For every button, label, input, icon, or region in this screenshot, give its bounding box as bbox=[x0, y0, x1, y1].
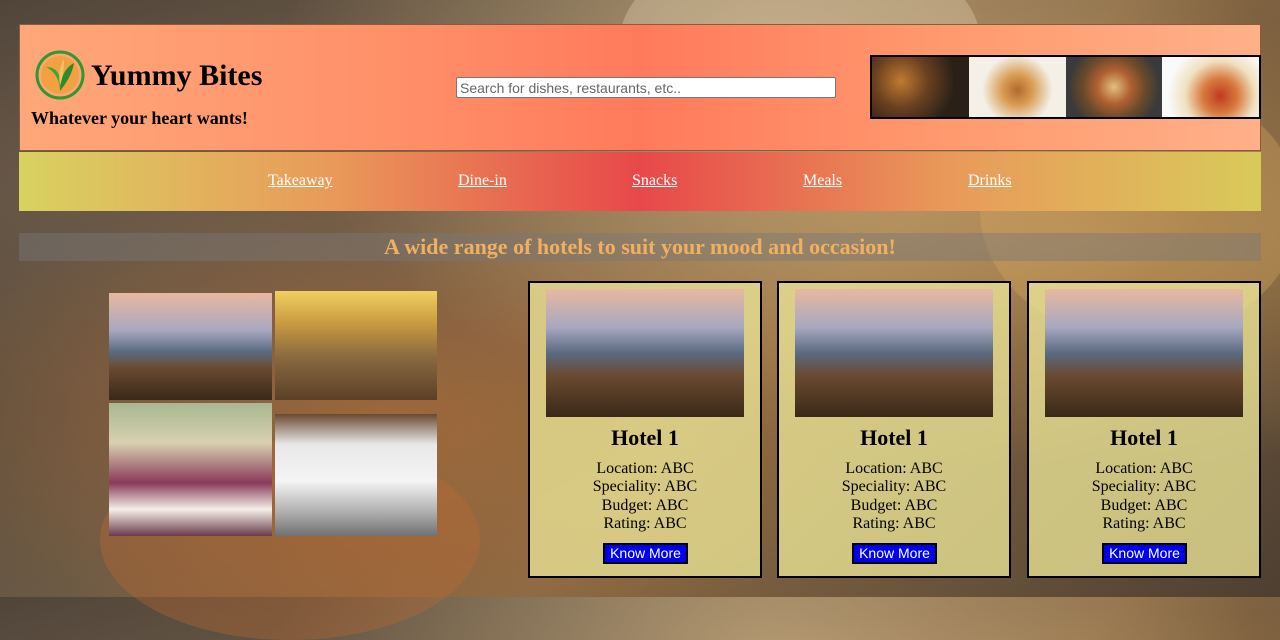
nav-item-meals[interactable]: Meals bbox=[803, 172, 842, 190]
nav-item-drinks[interactable]: Drinks bbox=[968, 172, 1012, 190]
hotel-card: Hotel 1 Location: ABC Speciality: ABC Bu… bbox=[528, 281, 762, 578]
hotel-photo-buffet bbox=[275, 414, 437, 536]
know-more-button[interactable]: Know More bbox=[1102, 543, 1187, 564]
hotel-card-title: Hotel 1 bbox=[860, 425, 928, 450]
hotel-card-image bbox=[546, 289, 744, 417]
hotel-photo-lakeview bbox=[109, 293, 272, 400]
food-banner-images bbox=[870, 55, 1261, 119]
site-header: Yummy Bites Whatever your heart wants! bbox=[19, 24, 1261, 151]
hero-heading: A wide range of hotels to suit your mood… bbox=[19, 233, 1261, 261]
nav-item-dine-in[interactable]: Dine-in bbox=[458, 172, 507, 190]
hotel-card: Hotel 1 Location: ABC Speciality: ABC Bu… bbox=[1027, 281, 1261, 578]
hotel-photo-dining-hall bbox=[275, 291, 437, 400]
nav-item-takeaway[interactable]: Takeaway bbox=[268, 172, 333, 190]
tagline: Whatever your heart wants! bbox=[31, 108, 248, 128]
banner-image-burgers bbox=[968, 57, 1066, 117]
hotel-rating: Rating: ABC bbox=[603, 514, 687, 532]
hotel-card-image bbox=[1045, 289, 1243, 417]
know-more-button[interactable]: Know More bbox=[603, 543, 688, 564]
know-more-button[interactable]: Know More bbox=[852, 543, 937, 564]
hotel-card-details: Location: ABC Speciality: ABC Budget: AB… bbox=[779, 460, 1009, 533]
nav-bar: Takeaway Dine-in Snacks Meals Drinks bbox=[19, 152, 1261, 211]
hotel-card-details: Location: ABC Speciality: ABC Budget: AB… bbox=[1029, 460, 1259, 533]
hotel-budget: Budget: ABC bbox=[850, 496, 938, 514]
hotel-budget: Budget: ABC bbox=[1100, 496, 1188, 514]
hotel-card-title: Hotel 1 bbox=[1110, 425, 1178, 450]
leaf-logo-icon bbox=[35, 50, 85, 100]
hotel-rating: Rating: ABC bbox=[1102, 514, 1186, 532]
hotel-budget: Budget: ABC bbox=[601, 496, 689, 514]
banner-image-curry bbox=[1162, 57, 1259, 117]
hotel-speciality: Speciality: ABC bbox=[1091, 478, 1197, 496]
hotel-rating: Rating: ABC bbox=[852, 514, 936, 532]
hotel-location: Location: ABC bbox=[596, 460, 694, 477]
banner-image-thali bbox=[1065, 57, 1163, 117]
hotel-card-image bbox=[795, 289, 993, 417]
hotel-speciality: Speciality: ABC bbox=[841, 478, 947, 496]
hotel-location: Location: ABC bbox=[845, 460, 943, 477]
brand-name: Yummy Bites bbox=[91, 59, 263, 92]
hotel-card-title: Hotel 1 bbox=[611, 425, 679, 450]
search-input[interactable] bbox=[456, 77, 836, 98]
hotel-photo-banquet bbox=[109, 403, 272, 536]
hotel-speciality: Speciality: ABC bbox=[592, 478, 698, 496]
hotel-location: Location: ABC bbox=[1095, 460, 1193, 477]
nav-item-snacks[interactable]: Snacks bbox=[632, 172, 677, 190]
hotel-card: Hotel 1 Location: ABC Speciality: ABC Bu… bbox=[777, 281, 1011, 578]
banner-image-platter bbox=[872, 57, 969, 117]
hotel-card-details: Location: ABC Speciality: ABC Budget: AB… bbox=[530, 460, 760, 533]
